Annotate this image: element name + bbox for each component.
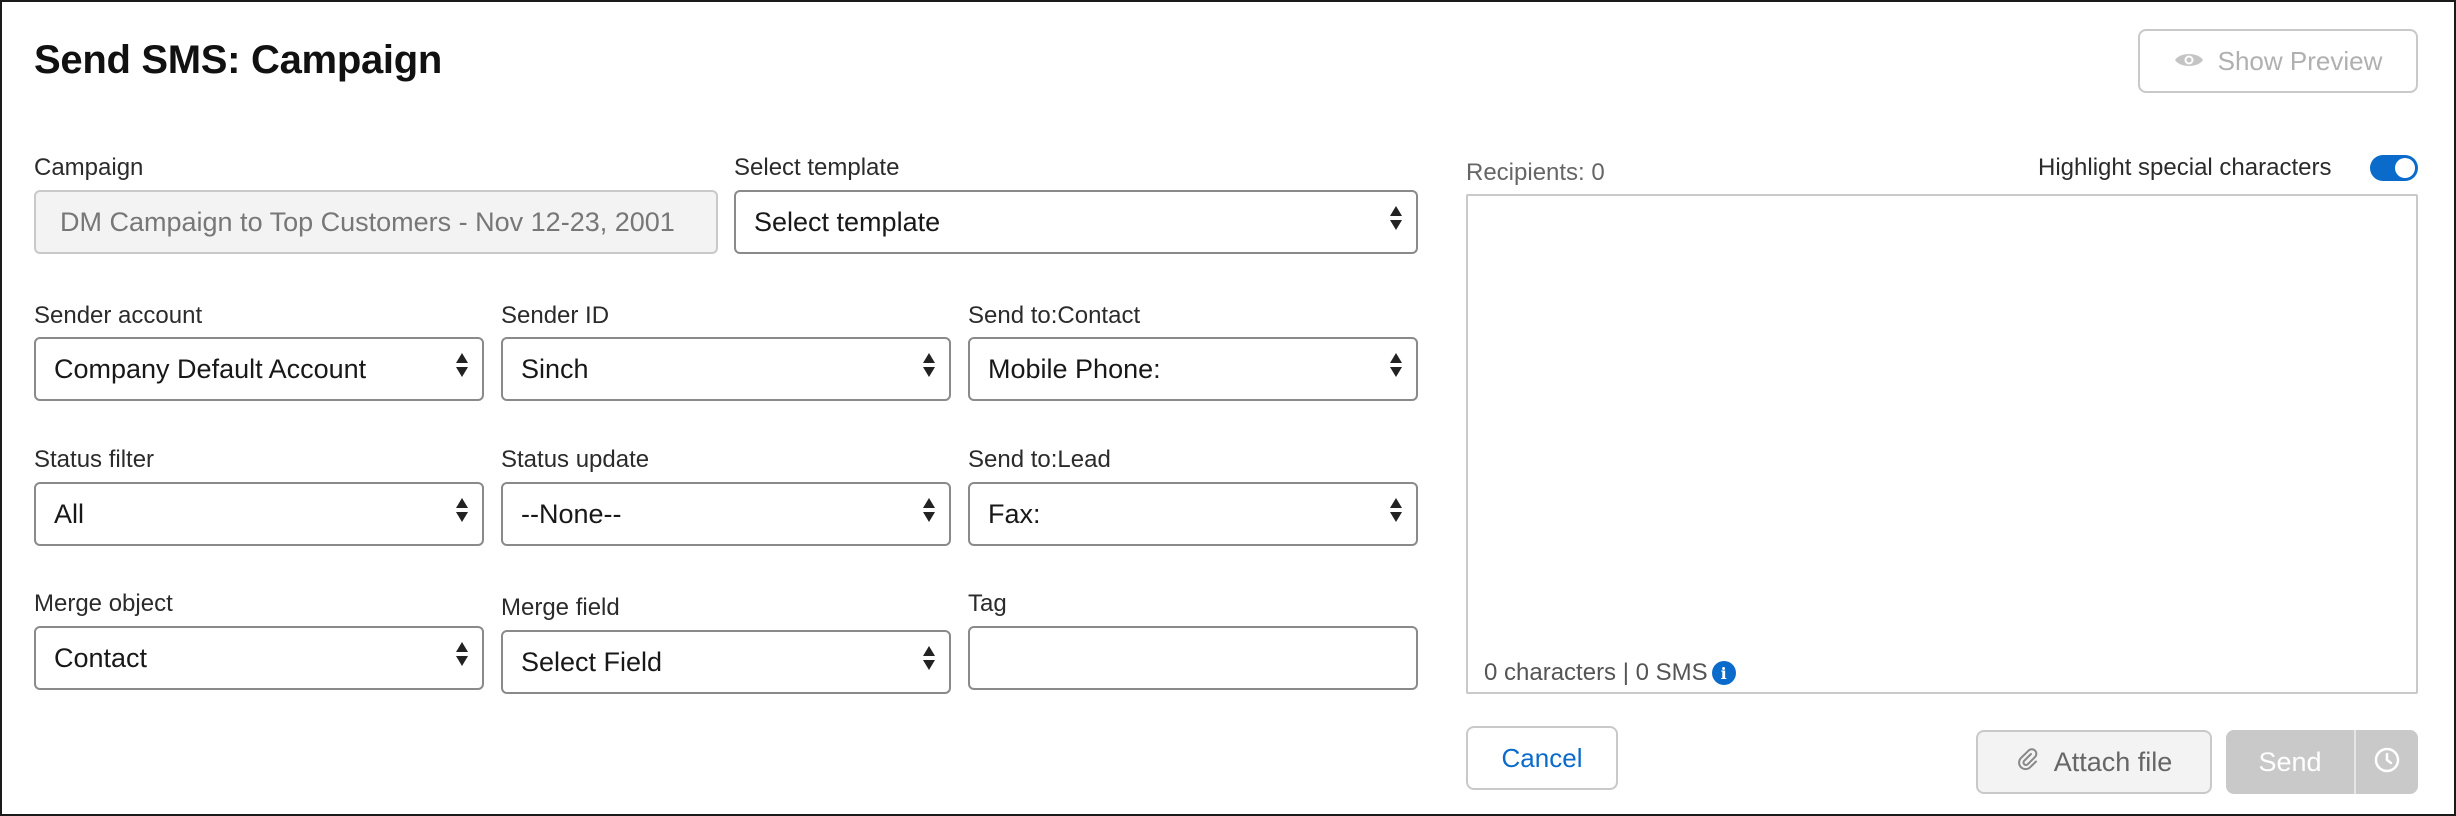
show-preview-button[interactable]: Show Preview bbox=[2138, 29, 2418, 93]
campaign-label: Campaign bbox=[34, 154, 144, 181]
select-arrows-icon bbox=[1390, 498, 1402, 522]
sender-account-select[interactable]: Company Default Account bbox=[34, 337, 484, 401]
info-icon[interactable]: i bbox=[1711, 661, 1736, 685]
sender-account-value: Company Default Account bbox=[54, 353, 367, 384]
status-update-value: --None-- bbox=[521, 498, 622, 529]
attach-file-button[interactable]: Attach file bbox=[1976, 730, 2212, 794]
message-textarea[interactable] bbox=[1466, 194, 2418, 694]
send-to-lead-value: Fax: bbox=[988, 498, 1041, 529]
clock-icon bbox=[2373, 746, 2401, 779]
template-value: Select template bbox=[754, 206, 941, 237]
send-button[interactable]: Send bbox=[2226, 730, 2356, 794]
character-counter-text: 0 characters | 0 SMS bbox=[1484, 659, 1708, 686]
select-arrows-icon bbox=[1390, 206, 1402, 230]
select-arrows-icon bbox=[923, 646, 935, 670]
cancel-label: Cancel bbox=[1501, 742, 1583, 773]
status-filter-select[interactable]: All bbox=[34, 482, 484, 546]
merge-field-label: Merge field bbox=[501, 594, 620, 621]
highlight-special-characters-toggle[interactable] bbox=[2370, 155, 2418, 181]
select-arrows-icon bbox=[456, 498, 468, 522]
attach-file-label: Attach file bbox=[2053, 746, 2173, 777]
status-filter-value: All bbox=[54, 498, 85, 529]
page-title: Send SMS: Campaign bbox=[34, 38, 442, 82]
status-filter-label: Status filter bbox=[34, 446, 155, 473]
merge-field-value: Select Field bbox=[521, 646, 663, 677]
tag-label: Tag bbox=[968, 590, 1007, 617]
toggle-knob bbox=[2395, 158, 2415, 178]
sender-account-label: Sender account bbox=[34, 302, 203, 329]
merge-field-select[interactable]: Select Field bbox=[501, 630, 951, 694]
sender-id-label: Sender ID bbox=[501, 302, 610, 329]
paperclip-icon bbox=[2016, 747, 2040, 778]
send-to-contact-value: Mobile Phone: bbox=[988, 353, 1161, 384]
send-to-lead-select[interactable]: Fax: bbox=[968, 482, 1418, 546]
merge-object-select[interactable]: Contact bbox=[34, 626, 484, 690]
character-counter: 0 characters | 0 SMS i bbox=[1484, 659, 1736, 687]
template-select[interactable]: Select template bbox=[734, 190, 1418, 254]
highlight-special-characters-label: Highlight special characters bbox=[2038, 154, 2332, 181]
send-to-lead-label: Send to:Lead bbox=[968, 446, 1111, 473]
template-label: Select template bbox=[734, 154, 900, 181]
send-button-group: Send bbox=[2226, 730, 2418, 794]
send-to-contact-label: Send to:Contact bbox=[968, 302, 1141, 329]
schedule-send-button[interactable] bbox=[2356, 730, 2418, 794]
eye-icon bbox=[2174, 46, 2204, 77]
merge-object-value: Contact bbox=[54, 642, 148, 673]
send-to-contact-select[interactable]: Mobile Phone: bbox=[968, 337, 1418, 401]
status-update-select[interactable]: --None-- bbox=[501, 482, 951, 546]
merge-object-label: Merge object bbox=[34, 590, 173, 617]
select-arrows-icon bbox=[923, 353, 935, 377]
send-sms-dialog: Send SMS: Campaign Show Preview Campaign… bbox=[0, 0, 2456, 816]
select-arrows-icon bbox=[1390, 353, 1402, 377]
campaign-value: DM Campaign to Top Customers - Nov 12-23… bbox=[60, 206, 675, 237]
cancel-button[interactable]: Cancel bbox=[1466, 726, 1618, 790]
select-arrows-icon bbox=[456, 353, 468, 377]
send-label: Send bbox=[2258, 746, 2322, 777]
recipients-count: Recipients: 0 bbox=[1466, 159, 1605, 186]
tag-input[interactable] bbox=[968, 626, 1418, 690]
sender-id-value: Sinch bbox=[521, 353, 589, 384]
select-arrows-icon bbox=[923, 498, 935, 522]
show-preview-label: Show Preview bbox=[2217, 45, 2383, 76]
select-arrows-icon bbox=[456, 642, 468, 666]
campaign-field: DM Campaign to Top Customers - Nov 12-23… bbox=[34, 190, 718, 254]
sender-id-select[interactable]: Sinch bbox=[501, 337, 951, 401]
status-update-label: Status update bbox=[501, 446, 650, 473]
